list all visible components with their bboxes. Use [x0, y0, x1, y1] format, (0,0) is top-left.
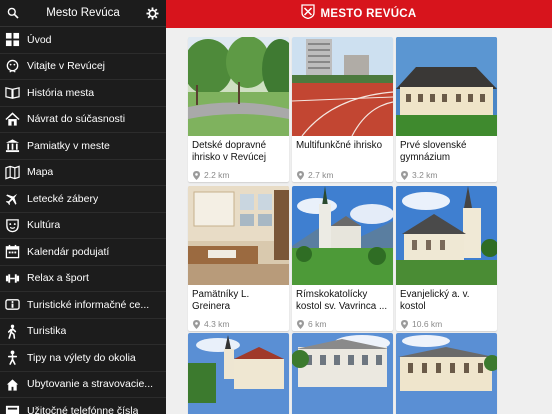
location-pin-icon — [193, 170, 200, 180]
person-icon — [4, 350, 20, 366]
place-distance: 2.7 km — [292, 168, 393, 182]
plane-icon — [4, 191, 20, 207]
place-photo — [188, 186, 289, 285]
sidebar-item-label: Návrat do súčasnosti — [27, 113, 126, 126]
sidebar-item-label: Užitočné telefónne čísla — [27, 404, 139, 414]
sidebar-item-label: Relax a šport — [27, 272, 89, 285]
place-distance: 3.2 km — [396, 168, 497, 182]
phone-icon — [4, 403, 20, 414]
place-card[interactable]: Rímskokatolícky kostol sv. Vavrinca ... … — [292, 186, 393, 331]
sidebar-item-label: Tipy na výlety do okolia — [27, 351, 136, 364]
place-photo — [396, 186, 497, 285]
sidebar-item-pamiatky[interactable]: Pamiatky v meste — [0, 133, 166, 160]
place-distance: 10.6 km — [396, 317, 497, 331]
sidebar-item-turistika[interactable]: Turistika — [0, 319, 166, 345]
hiker-icon — [4, 323, 20, 339]
sidebar-item-telefonne[interactable]: Užitočné telefónne čísla — [0, 398, 166, 414]
place-photo — [396, 37, 497, 136]
calendar-icon — [4, 244, 20, 260]
distance-value: 3.2 km — [412, 170, 438, 180]
distance-value: 2.2 km — [204, 170, 230, 180]
sidebar-item-label: Pamiatky v meste — [27, 139, 110, 152]
sidebar-item-label: Letecké zábery — [27, 192, 99, 205]
sidebar-item-uvod[interactable]: Úvod — [0, 27, 166, 54]
sidebar-item-label: História mesta — [27, 86, 95, 99]
location-pin-icon — [297, 170, 304, 180]
hotel-icon — [4, 376, 20, 392]
place-photo — [292, 37, 393, 136]
grid-icon — [4, 32, 20, 48]
logo-icon — [301, 4, 316, 24]
location-pin-icon — [401, 170, 408, 180]
place-distance: 4.3 km — [188, 317, 289, 331]
sidebar-item-label: Turistické informačné ce... — [27, 298, 150, 311]
sidebar-item-vitajte[interactable]: Vitajte v Revúcej — [0, 54, 166, 80]
place-name: Evanjelický a. v. kostol — [400, 289, 470, 312]
distance-value: 2.7 km — [308, 170, 334, 180]
sidebar-item-navrat[interactable]: Návrat do súčasnosti — [0, 107, 166, 133]
sidebar-header: Mesto Revúca — [0, 0, 166, 27]
location-pin-icon — [297, 319, 304, 329]
sidebar-item-ubytovanie[interactable]: Ubytovanie a stravovacie... — [0, 372, 166, 398]
place-card[interactable]: Multifunkčné ihrisko 2.7 km — [292, 37, 393, 182]
place-card[interactable]: Evanjelický a. v. kostol 10.6 km — [396, 186, 497, 331]
sidebar-item-label: Úvod — [27, 33, 52, 46]
place-photo — [396, 333, 497, 414]
map-icon — [4, 164, 20, 180]
place-name: Pamätníky L. Greinera — [192, 289, 250, 312]
place-card[interactable]: Prvé slovenské gymnázium 3.2 km — [396, 37, 497, 182]
place-distance: 2.2 km — [188, 168, 289, 182]
app-title: MESTO REVÚCA — [320, 8, 417, 20]
app-root: Mesto Revúca Úvod Vitajte v Revúcej Hist… — [0, 0, 552, 414]
place-card[interactable]: Detské dopravné ihrisko v Revúcej 2.2 km — [188, 37, 289, 182]
sidebar-item-kultura[interactable]: Kultúra — [0, 213, 166, 239]
book-icon — [4, 85, 20, 101]
distance-value: 10.6 km — [412, 319, 443, 329]
face-icon — [4, 58, 20, 74]
masks-icon — [4, 217, 20, 233]
sidebar-item-label: Ubytovanie a stravovacie... — [27, 378, 154, 391]
sidebar-item-letecke[interactable]: Letecké zábery — [0, 186, 166, 213]
dumbbell-icon — [4, 270, 20, 286]
app-header: MESTO REVÚCA — [166, 0, 552, 28]
place-name: Multifunkčné ihrisko — [296, 140, 383, 151]
sidebar-item-tipy[interactable]: Tipy na výlety do okolia — [0, 345, 166, 372]
info-icon — [4, 297, 20, 313]
location-pin-icon — [193, 319, 200, 329]
place-distance: 6 km — [292, 317, 393, 331]
sidebar-item-relax[interactable]: Relax a šport — [0, 266, 166, 292]
sidebar-title: Mesto Revúca — [46, 7, 120, 19]
place-photo — [188, 333, 289, 414]
sidebar-item-kalendar[interactable]: Kalendár podujatí — [0, 239, 166, 266]
place-photo — [188, 37, 289, 136]
location-pin-icon — [401, 319, 408, 329]
place-name: Rímskokatolícky kostol sv. Vavrinca ... — [296, 289, 388, 312]
sidebar-item-label: Mapa — [27, 166, 54, 179]
place-name: Detské dopravné ihrisko v Revúcej — [192, 140, 267, 163]
home-icon — [4, 111, 20, 127]
sidebar-item-label: Turistika — [27, 325, 67, 338]
sidebar-item-label: Kalendár podujatí — [27, 245, 110, 258]
place-photo — [292, 186, 393, 285]
sidebar-item-mapa[interactable]: Mapa — [0, 160, 166, 186]
search-icon[interactable] — [6, 6, 20, 20]
sidebar: Mesto Revúca Úvod Vitajte v Revúcej Hist… — [0, 0, 166, 414]
distance-value: 4.3 km — [204, 319, 230, 329]
sidebar-item-label: Vitajte v Revúcej — [27, 60, 106, 73]
sidebar-item-turisticke-info[interactable]: Turistické informačné ce... — [0, 292, 166, 319]
place-card[interactable]: Pamätníky L. Greinera 4.3 km — [188, 186, 289, 331]
place-photo — [292, 333, 393, 414]
place-card[interactable] — [188, 333, 289, 414]
sidebar-item-label: Kultúra — [27, 219, 61, 232]
sidebar-item-historia[interactable]: História mesta — [0, 80, 166, 107]
distance-value: 6 km — [308, 319, 327, 329]
monument-icon — [4, 138, 20, 154]
place-name: Prvé slovenské gymnázium — [400, 140, 467, 163]
place-card[interactable] — [292, 333, 393, 414]
place-card[interactable] — [396, 333, 497, 414]
gear-icon[interactable] — [146, 6, 160, 20]
